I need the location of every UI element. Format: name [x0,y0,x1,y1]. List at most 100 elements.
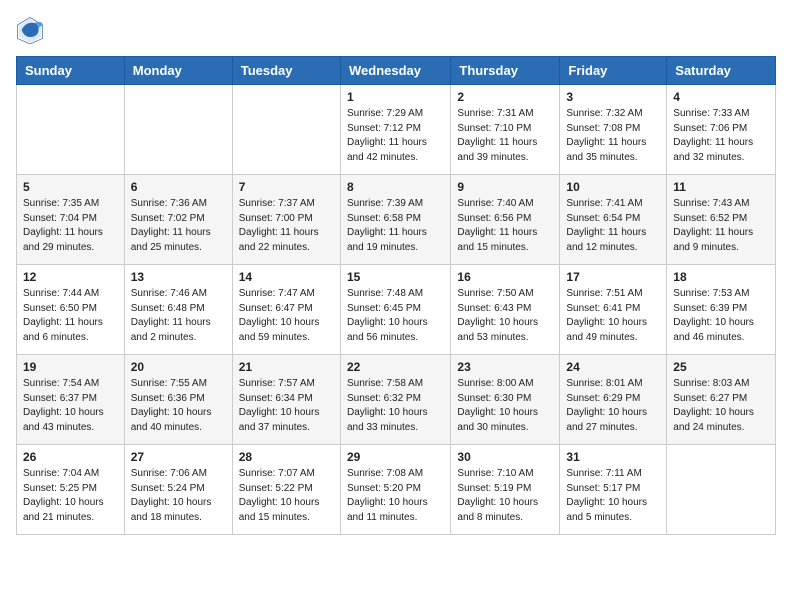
day-info: Sunrise: 7:11 AM Sunset: 5:17 PM Dayligh… [566,467,660,525]
day-number: 4 [673,90,769,104]
calendar-cell [124,85,232,175]
day-number: 10 [566,180,660,194]
day-number: 13 [131,270,226,284]
weekday-header-thursday: Thursday [451,57,560,85]
day-number: 14 [239,270,334,284]
day-info: Sunrise: 7:35 AM Sunset: 7:04 PM Dayligh… [23,197,118,255]
calendar-cell: 8 Sunrise: 7:39 AM Sunset: 6:58 PM Daylig… [340,175,450,265]
weekday-header-monday: Monday [124,57,232,85]
day-info: Sunrise: 7:58 AM Sunset: 6:32 PM Dayligh… [347,377,444,435]
day-number: 23 [457,360,553,374]
calendar-cell: 4 Sunrise: 7:33 AM Sunset: 7:06 PM Daylig… [667,85,776,175]
calendar-cell: 20 Sunrise: 7:55 AM Sunset: 6:36 PM Dayli… [124,355,232,445]
calendar-cell: 18Sunrise: 7:53 AM Sunset: 6:39 PM Dayli… [667,265,776,355]
calendar-cell: 22 Sunrise: 7:58 AM Sunset: 6:32 PM Dayli… [340,355,450,445]
calendar-cell: 10 Sunrise: 7:41 AM Sunset: 6:54 PM Dayli… [560,175,667,265]
day-number: 6 [131,180,226,194]
day-number: 5 [23,180,118,194]
day-number: 31 [566,450,660,464]
weekday-header-sunday: Sunday [17,57,125,85]
day-number: 26 [23,450,118,464]
day-info: Sunrise: 7:04 AM Sunset: 5:25 PM Dayligh… [23,467,118,525]
calendar-cell: 7 Sunrise: 7:37 AM Sunset: 7:00 PM Daylig… [232,175,340,265]
day-info: Sunrise: 7:57 AM Sunset: 6:34 PM Dayligh… [239,377,334,435]
calendar-cell: 11Sunrise: 7:43 AM Sunset: 6:52 PM Dayli… [667,175,776,265]
day-number: 17 [566,270,660,284]
day-number: 3 [566,90,660,104]
weekday-header-tuesday: Tuesday [232,57,340,85]
day-number: 28 [239,450,334,464]
day-number: 9 [457,180,553,194]
calendar-cell: 27 Sunrise: 7:06 AM Sunset: 5:24 PM Dayli… [124,445,232,535]
day-number: 21 [239,360,334,374]
calendar-cell: 13 Sunrise: 7:46 AM Sunset: 6:48 PM Dayli… [124,265,232,355]
calendar-cell: 23 Sunrise: 8:00 AM Sunset: 6:30 PM Dayli… [451,355,560,445]
calendar-cell: 24Sunrise: 8:01 AM Sunset: 6:29 PM Dayli… [560,355,667,445]
day-number: 22 [347,360,444,374]
day-info: Sunrise: 7:33 AM Sunset: 7:06 PM Dayligh… [673,107,769,165]
day-number: 29 [347,450,444,464]
calendar-table: SundayMondayTuesdayWednesdayThursdayFrid… [16,56,776,535]
day-info: Sunrise: 7:29 AM Sunset: 7:12 PM Dayligh… [347,107,444,165]
calendar-cell [17,85,125,175]
day-info: Sunrise: 7:55 AM Sunset: 6:36 PM Dayligh… [131,377,226,435]
calendar-cell: 28 Sunrise: 7:07 AM Sunset: 5:22 PM Dayli… [232,445,340,535]
day-info: Sunrise: 7:44 AM Sunset: 6:50 PM Dayligh… [23,287,118,345]
calendar-cell: 9Sunrise: 7:40 AM Sunset: 6:56 PM Daylig… [451,175,560,265]
calendar-week-row: 12 Sunrise: 7:44 AM Sunset: 6:50 PM Dayli… [17,265,776,355]
day-info: Sunrise: 7:36 AM Sunset: 7:02 PM Dayligh… [131,197,226,255]
day-info: Sunrise: 7:47 AM Sunset: 6:47 PM Dayligh… [239,287,334,345]
day-number: 27 [131,450,226,464]
day-info: Sunrise: 7:10 AM Sunset: 5:19 PM Dayligh… [457,467,553,525]
day-info: Sunrise: 7:37 AM Sunset: 7:00 PM Dayligh… [239,197,334,255]
calendar-cell: 15 Sunrise: 7:48 AM Sunset: 6:45 PM Dayli… [340,265,450,355]
day-info: Sunrise: 7:53 AM Sunset: 6:39 PM Dayligh… [673,287,769,345]
day-number: 11 [673,180,769,194]
day-info: Sunrise: 7:08 AM Sunset: 5:20 PM Dayligh… [347,467,444,525]
calendar-cell: 5 Sunrise: 7:35 AM Sunset: 7:04 PM Daylig… [17,175,125,265]
logo-icon [16,16,44,44]
weekday-header-wednesday: Wednesday [340,57,450,85]
day-info: Sunrise: 7:31 AM Sunset: 7:10 PM Dayligh… [457,107,553,165]
day-number: 1 [347,90,444,104]
calendar-cell: 16Sunrise: 7:50 AM Sunset: 6:43 PM Dayli… [451,265,560,355]
calendar-cell: 17 Sunrise: 7:51 AM Sunset: 6:41 PM Dayli… [560,265,667,355]
calendar-cell [232,85,340,175]
calendar-cell: 1 Sunrise: 7:29 AM Sunset: 7:12 PM Daylig… [340,85,450,175]
day-number: 2 [457,90,553,104]
day-number: 7 [239,180,334,194]
day-info: Sunrise: 7:48 AM Sunset: 6:45 PM Dayligh… [347,287,444,345]
day-number: 12 [23,270,118,284]
day-number: 20 [131,360,226,374]
day-number: 25 [673,360,769,374]
calendar-cell: 2 Sunrise: 7:31 AM Sunset: 7:10 PM Daylig… [451,85,560,175]
day-info: Sunrise: 8:00 AM Sunset: 6:30 PM Dayligh… [457,377,553,435]
calendar-week-row: 19Sunrise: 7:54 AM Sunset: 6:37 PM Dayli… [17,355,776,445]
day-info: Sunrise: 7:46 AM Sunset: 6:48 PM Dayligh… [131,287,226,345]
calendar-cell: 6 Sunrise: 7:36 AM Sunset: 7:02 PM Daylig… [124,175,232,265]
day-info: Sunrise: 7:06 AM Sunset: 5:24 PM Dayligh… [131,467,226,525]
calendar-cell: 19Sunrise: 7:54 AM Sunset: 6:37 PM Dayli… [17,355,125,445]
day-number: 8 [347,180,444,194]
calendar-week-row: 1 Sunrise: 7:29 AM Sunset: 7:12 PM Daylig… [17,85,776,175]
calendar-cell: 26 Sunrise: 7:04 AM Sunset: 5:25 PM Dayli… [17,445,125,535]
calendar-cell: 14 Sunrise: 7:47 AM Sunset: 6:47 PM Dayli… [232,265,340,355]
page-header [16,16,776,44]
day-info: Sunrise: 7:51 AM Sunset: 6:41 PM Dayligh… [566,287,660,345]
calendar-cell [667,445,776,535]
day-number: 16 [457,270,553,284]
day-number: 15 [347,270,444,284]
calendar-cell: 21 Sunrise: 7:57 AM Sunset: 6:34 PM Dayli… [232,355,340,445]
weekday-header-row: SundayMondayTuesdayWednesdayThursdayFrid… [17,57,776,85]
calendar-week-row: 26 Sunrise: 7:04 AM Sunset: 5:25 PM Dayli… [17,445,776,535]
day-info: Sunrise: 8:03 AM Sunset: 6:27 PM Dayligh… [673,377,769,435]
day-info: Sunrise: 7:39 AM Sunset: 6:58 PM Dayligh… [347,197,444,255]
calendar-week-row: 5 Sunrise: 7:35 AM Sunset: 7:04 PM Daylig… [17,175,776,265]
day-info: Sunrise: 7:41 AM Sunset: 6:54 PM Dayligh… [566,197,660,255]
day-info: Sunrise: 7:32 AM Sunset: 7:08 PM Dayligh… [566,107,660,165]
day-info: Sunrise: 8:01 AM Sunset: 6:29 PM Dayligh… [566,377,660,435]
day-info: Sunrise: 7:54 AM Sunset: 6:37 PM Dayligh… [23,377,118,435]
logo [16,16,48,44]
calendar-cell: 12 Sunrise: 7:44 AM Sunset: 6:50 PM Dayli… [17,265,125,355]
day-info: Sunrise: 7:07 AM Sunset: 5:22 PM Dayligh… [239,467,334,525]
